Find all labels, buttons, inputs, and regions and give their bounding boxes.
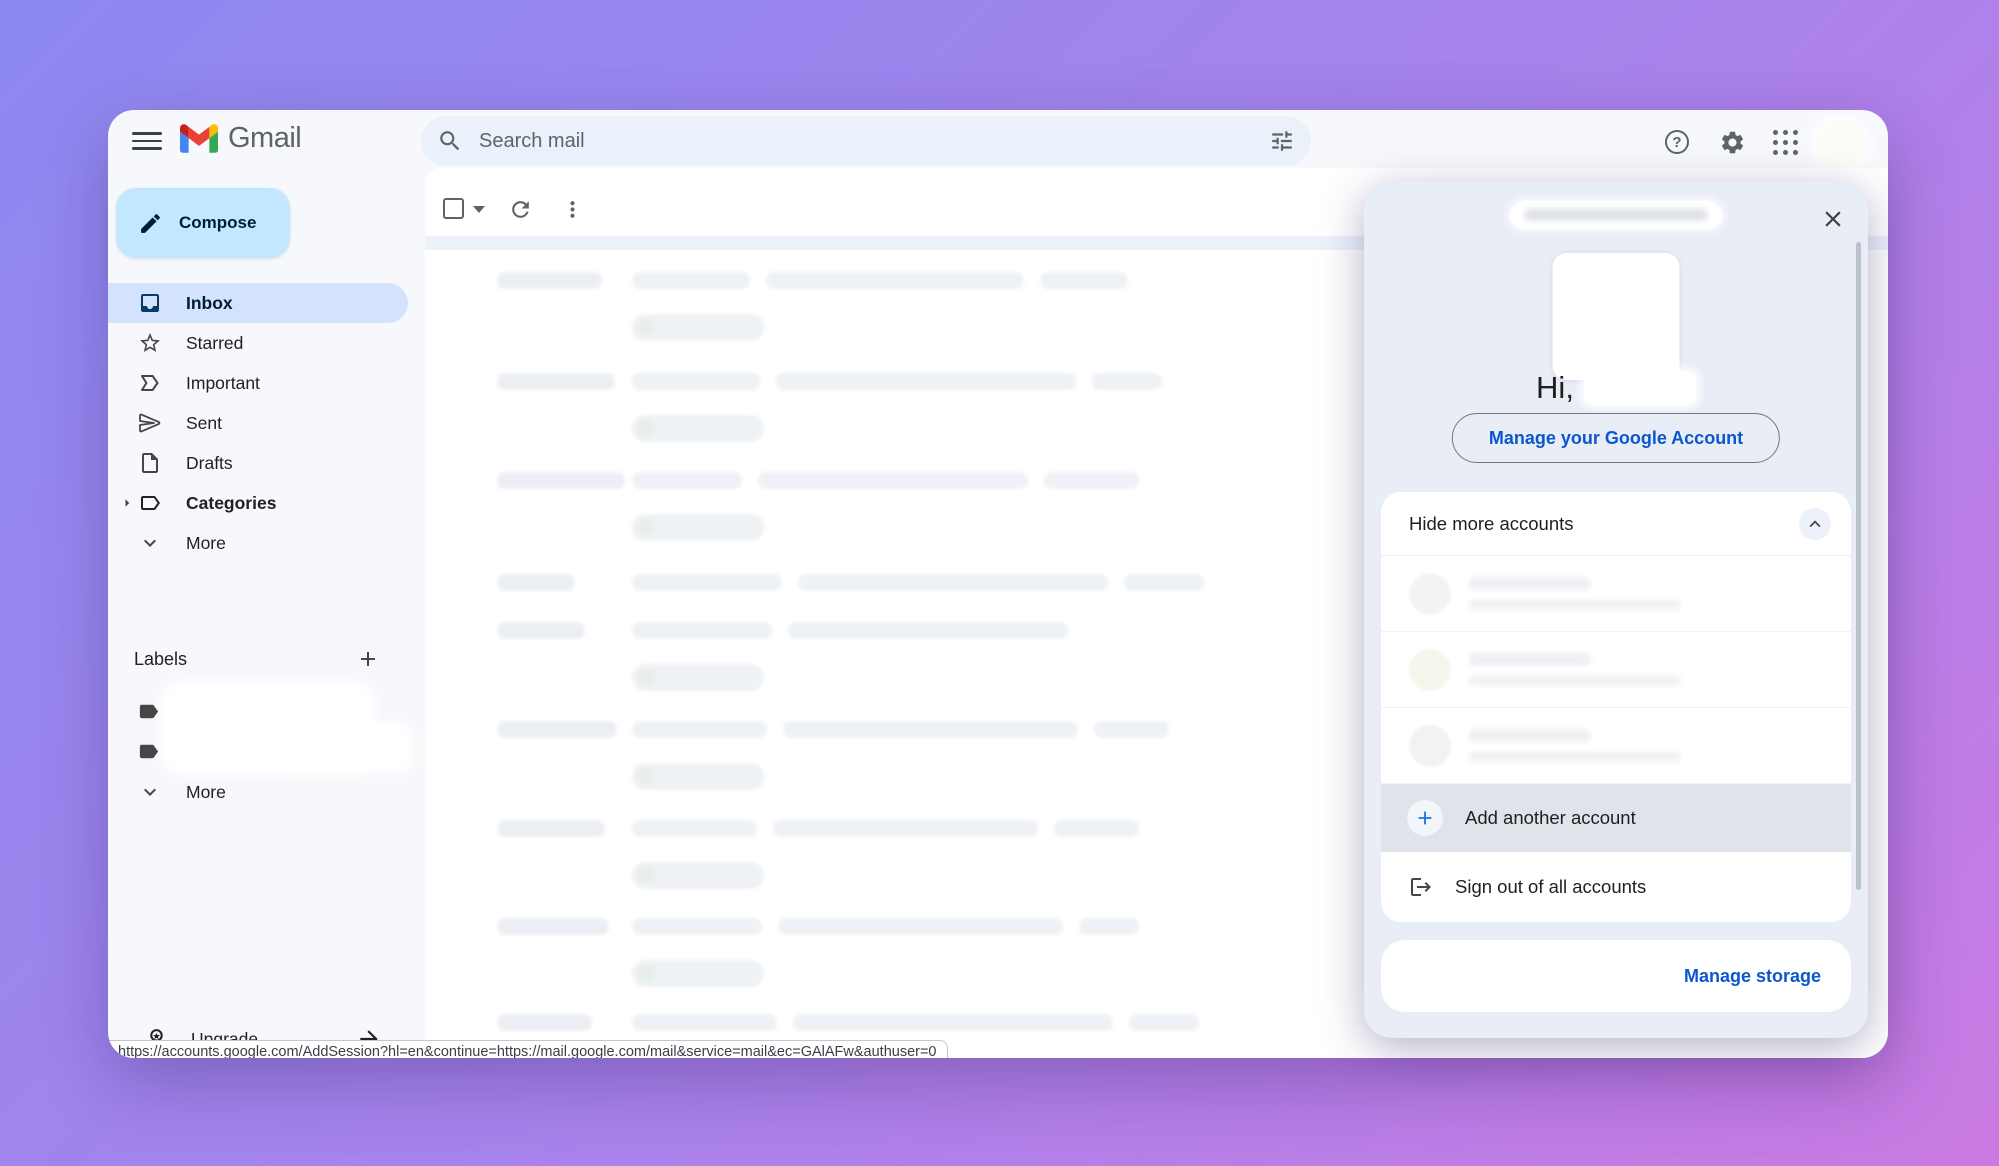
redacted-account-info — [1469, 577, 1681, 610]
sidebar-item-sent[interactable]: Sent — [108, 403, 408, 443]
close-icon[interactable] — [1818, 204, 1848, 234]
sent-icon — [138, 411, 162, 435]
account-avatar — [1409, 649, 1451, 691]
label-tag-icon[interactable] — [137, 700, 160, 723]
sidebar-item-label: Inbox — [186, 293, 233, 314]
redacted-label-names — [278, 727, 408, 767]
account-avatar — [1409, 573, 1451, 615]
manage-storage-label: Manage storage — [1684, 966, 1821, 987]
sidebar-item-starred[interactable]: Starred — [108, 323, 408, 363]
settings-gear-icon[interactable] — [1710, 120, 1754, 164]
account-avatar — [1409, 725, 1451, 767]
hide-more-accounts-label: Hide more accounts — [1409, 513, 1799, 535]
manage-storage-card[interactable]: Manage storage — [1381, 940, 1851, 1012]
account-list-item[interactable] — [1381, 632, 1851, 708]
hide-more-accounts-toggle[interactable]: Hide more accounts — [1381, 492, 1851, 556]
profile-avatar[interactable] — [1816, 120, 1866, 170]
label-tag-icon[interactable] — [137, 740, 160, 763]
chevron-up-icon[interactable] — [1799, 508, 1831, 540]
pencil-icon — [138, 211, 163, 236]
plus-icon — [1407, 800, 1443, 836]
compose-label: Compose — [179, 213, 256, 233]
sidebar-item-label: More — [186, 533, 226, 554]
greeting-text: Hi, — [1536, 370, 1574, 406]
google-apps-grid-icon[interactable] — [1763, 120, 1807, 164]
manage-google-account-button[interactable]: Manage your Google Account — [1452, 413, 1780, 463]
chevron-down-icon — [138, 531, 162, 555]
account-list-item[interactable] — [1381, 556, 1851, 632]
sign-out-icon — [1409, 875, 1433, 899]
sidebar: Compose Inbox Starred Important Sent Dra… — [108, 172, 425, 1058]
add-label-plus-icon[interactable] — [356, 647, 380, 671]
sidebar-item-label: Drafts — [186, 453, 233, 474]
inbox-icon — [138, 291, 162, 315]
chevron-down-icon — [138, 780, 162, 804]
categories-label-icon — [138, 491, 162, 515]
expand-arrow-icon[interactable] — [118, 494, 136, 512]
draft-icon — [138, 451, 162, 475]
sidebar-item-drafts[interactable]: Drafts — [108, 443, 408, 483]
sidebar-item-label: Important — [186, 373, 260, 394]
sign-out-label: Sign out of all accounts — [1455, 876, 1646, 898]
sidebar-item-categories[interactable]: Categories — [108, 483, 408, 523]
account-list-item[interactable] — [1381, 708, 1851, 784]
status-url-text: https://accounts.google.com/AddSession?h… — [118, 1044, 937, 1058]
sidebar-nav: Inbox Starred Important Sent Drafts — [108, 283, 425, 563]
sidebar-item-inbox[interactable]: Inbox — [108, 283, 408, 323]
blurred-accounts — [1381, 556, 1851, 784]
redacted-account-info — [1469, 729, 1681, 762]
add-another-account-label: Add another account — [1465, 807, 1636, 829]
redacted-account-name — [1584, 371, 1696, 405]
sidebar-item-label: Categories — [186, 493, 276, 514]
sidebar-item-more[interactable]: More — [108, 523, 408, 563]
gmail-header: Gmail Search mail ? — [108, 110, 1888, 172]
important-icon — [138, 371, 162, 395]
compose-button[interactable]: Compose — [116, 188, 290, 258]
greeting: Hi, — [1364, 370, 1868, 406]
accounts-card: Hide more accounts Add another account S… — [1381, 492, 1851, 922]
popup-scrollbar[interactable] — [1856, 242, 1861, 890]
labels-title: Labels — [134, 649, 356, 670]
sidebar-item-important[interactable]: Important — [108, 363, 408, 403]
redacted-account-email — [1510, 201, 1722, 229]
sign-out-all-accounts-button[interactable]: Sign out of all accounts — [1381, 852, 1851, 922]
status-bar-url: https://accounts.google.com/AddSession?h… — [108, 1040, 948, 1058]
sidebar-item-label: Sent — [186, 413, 222, 434]
header-actions: ? — [108, 116, 1888, 166]
labels-header: Labels — [108, 641, 408, 677]
sidebar-item-label: Starred — [186, 333, 243, 354]
account-avatar-large[interactable] — [1553, 253, 1680, 380]
redacted-account-info — [1469, 653, 1681, 686]
manage-google-account-label: Manage your Google Account — [1489, 428, 1743, 449]
account-menu-popup: Hi, Manage your Google Account Hide more… — [1364, 182, 1868, 1038]
add-another-account-button[interactable]: Add another account — [1381, 784, 1851, 852]
help-icon[interactable]: ? — [1655, 120, 1699, 164]
star-icon — [138, 331, 162, 355]
labels-more-label: More — [186, 782, 226, 803]
sidebar-labels-more[interactable]: More — [108, 772, 408, 812]
